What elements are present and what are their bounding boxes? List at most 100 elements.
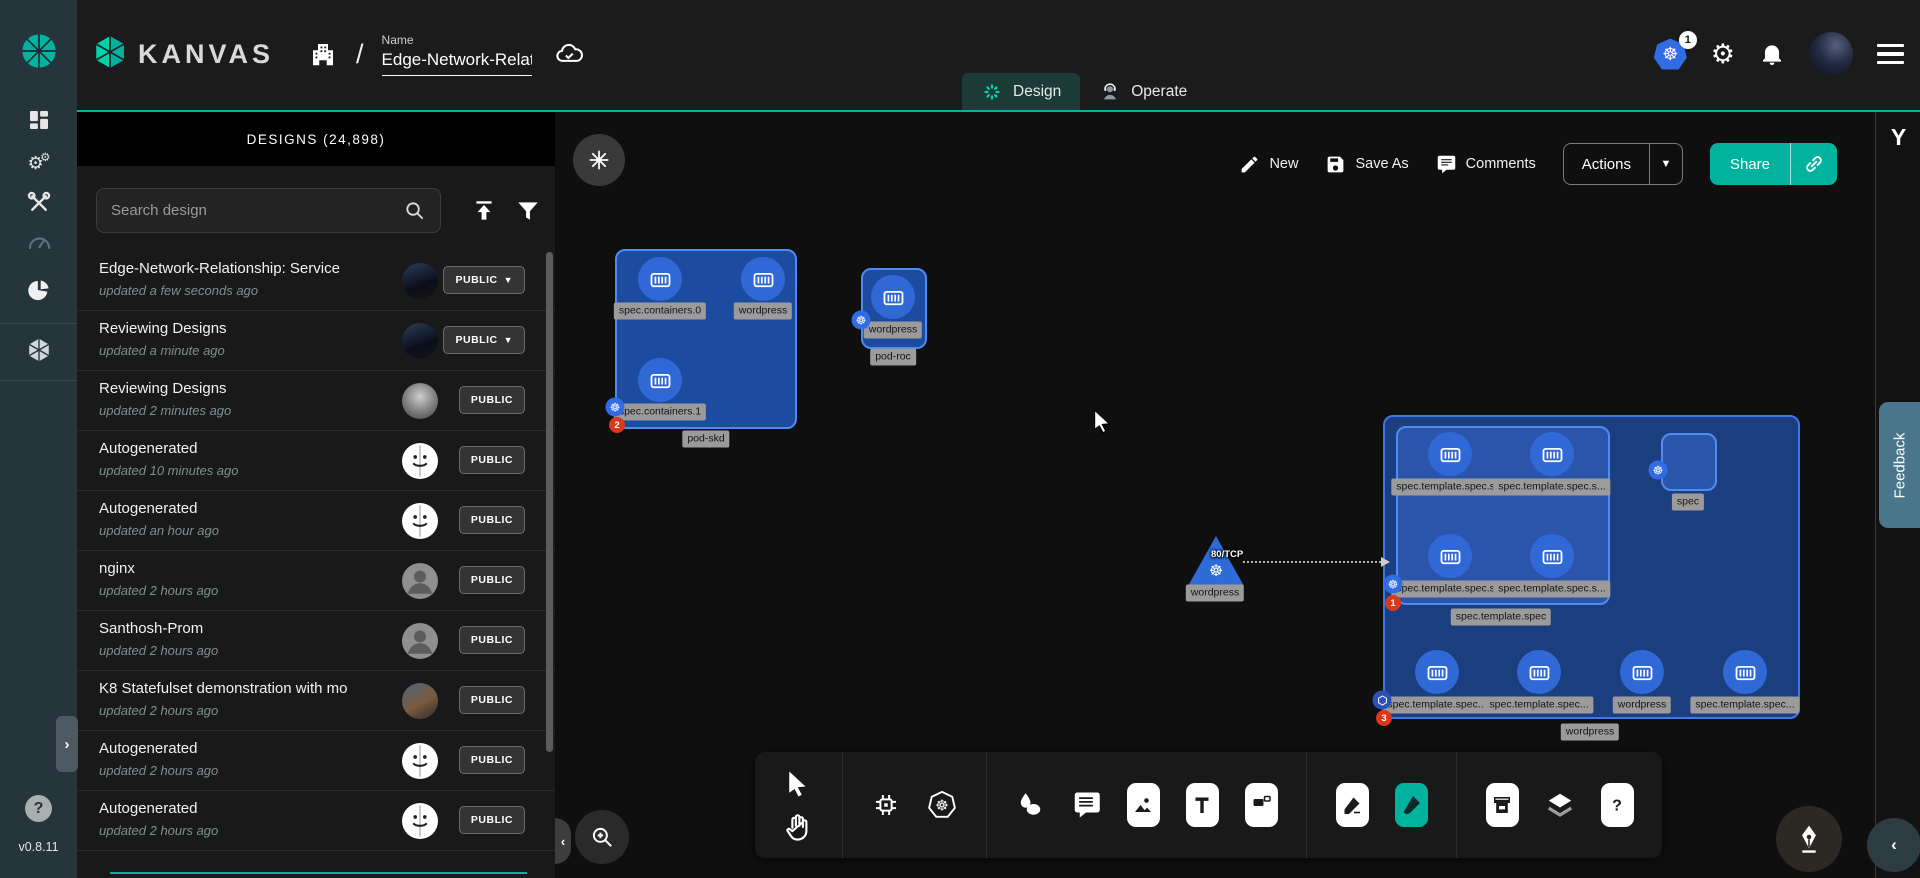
notifications-bell-icon[interactable] xyxy=(1759,41,1785,67)
visibility-badge[interactable]: PUBLIC xyxy=(459,386,525,414)
pen-tool-button[interactable] xyxy=(1776,806,1842,872)
right-rail-collapse-button[interactable]: ‹ xyxy=(1867,818,1920,872)
tab-design[interactable]: Design xyxy=(962,73,1080,110)
hex-badge-icon[interactable] xyxy=(1373,691,1392,710)
comment-tool-tool-icon[interactable] xyxy=(1071,790,1101,820)
sidebar-item-configuration[interactable] xyxy=(25,190,52,217)
cursor-tool-icon[interactable] xyxy=(783,769,813,799)
tab-operate[interactable]: Operate xyxy=(1080,73,1206,110)
copy-link-icon[interactable] xyxy=(1791,143,1837,185)
wordpress-service-node[interactable]: ☸ xyxy=(1188,536,1244,586)
organization-icon[interactable] xyxy=(308,39,338,69)
kubernetes-context-button[interactable]: ☸ 1 xyxy=(1654,39,1687,70)
help-tool-tool-icon[interactable]: ? xyxy=(1601,783,1634,827)
sidebar-expand-handle[interactable]: › xyxy=(56,716,78,772)
hamburger-menu-icon[interactable] xyxy=(1877,44,1904,64)
comments-button[interactable]: Comments xyxy=(1436,154,1536,175)
visibility-badge[interactable]: PUBLIC xyxy=(459,626,525,654)
filter-icon[interactable] xyxy=(515,198,541,224)
visibility-badge[interactable]: PUBLIC▼ xyxy=(443,266,525,294)
settings-gear-icon[interactable]: ⚙ xyxy=(1711,41,1735,68)
zoom-in-button[interactable] xyxy=(575,810,629,864)
panel-collapse-handle[interactable]: ‹ xyxy=(555,818,571,864)
text-tool-icon[interactable] xyxy=(1186,783,1219,827)
design-list-item[interactable]: Autogeneratedupdated 2 hours agoPUBLIC xyxy=(77,791,555,851)
dock-panel-icon[interactable]: Y xyxy=(1876,124,1920,151)
sidebar-item-dashboard[interactable] xyxy=(25,107,52,134)
k8s-badge-icon[interactable]: ☸ xyxy=(1384,575,1403,594)
container-node[interactable] xyxy=(1517,650,1561,694)
visibility-badge[interactable]: PUBLIC xyxy=(459,746,525,774)
visibility-badge[interactable]: PUBLIC▼ xyxy=(443,326,525,354)
save-as-button[interactable]: Save As xyxy=(1325,154,1408,175)
chevron-down-icon[interactable]: ▼ xyxy=(1650,144,1682,184)
meshsync-snowflake-button[interactable] xyxy=(573,134,625,186)
container-node[interactable] xyxy=(871,275,915,319)
pen-tool-icon[interactable] xyxy=(1336,783,1369,827)
actions-split-button[interactable]: Actions▼ xyxy=(1563,143,1683,185)
import-design-icon[interactable] xyxy=(471,198,497,224)
top-header: KANVAS / Name DesignOperate ☸ 1 xyxy=(77,0,1920,112)
container-node[interactable] xyxy=(1415,650,1459,694)
help-icon[interactable]: ? xyxy=(25,795,52,822)
k8s-badge-icon[interactable]: ☸ xyxy=(852,311,871,330)
node-label: spec.template.spec xyxy=(1451,608,1551,625)
design-list-item[interactable]: Reviewing Designsupdated a minute agoPUB… xyxy=(77,311,555,371)
feedback-tab[interactable]: Feedback xyxy=(1879,402,1920,528)
design-list-item[interactable]: Santhosh-Promupdated 2 hours agoPUBLIC xyxy=(77,611,555,671)
share-split-button[interactable]: Share xyxy=(1710,143,1837,185)
container-node[interactable] xyxy=(741,257,785,301)
container-node[interactable] xyxy=(1620,650,1664,694)
meshery-logo-icon[interactable] xyxy=(19,31,59,71)
k8s-badge-icon[interactable]: ☸ xyxy=(606,398,625,417)
design-list-item[interactable]: Reviewing Designsupdated 2 minutes agoPU… xyxy=(77,371,555,431)
search-input[interactable] xyxy=(96,188,441,233)
design-owner-avatar xyxy=(402,263,438,299)
designs-scrollbar[interactable] xyxy=(546,252,553,752)
visibility-badge[interactable]: PUBLIC xyxy=(459,566,525,594)
drawer-tool-icon[interactable] xyxy=(1486,783,1519,827)
container-node[interactable] xyxy=(1530,534,1574,578)
user-avatar[interactable] xyxy=(1809,32,1853,76)
k8s-badge-icon[interactable]: ☸ xyxy=(1649,461,1668,480)
new-button[interactable]: New xyxy=(1239,154,1298,175)
error-count-badge[interactable]: 3 xyxy=(1376,710,1392,726)
design-list-item[interactable]: K8 Statefulset demonstration with moupda… xyxy=(77,671,555,731)
error-count-badge[interactable]: 1 xyxy=(1385,595,1401,611)
media-tool-icon[interactable] xyxy=(1127,783,1160,827)
sidebar-item-performance[interactable] xyxy=(25,230,52,257)
sidebar-item-kanvas[interactable] xyxy=(25,337,52,364)
visibility-badge[interactable]: PUBLIC xyxy=(459,506,525,534)
pencil-active-tool-icon[interactable] xyxy=(1395,783,1428,827)
container-node[interactable] xyxy=(1428,534,1472,578)
canvas[interactable]: NewSave AsCommentsActions▼Share ☸80/TCPs… xyxy=(555,112,1875,878)
error-count-badge[interactable]: 2 xyxy=(609,417,625,433)
kubernetes-tool-icon[interactable]: ☸ xyxy=(927,790,957,820)
container-node[interactable] xyxy=(1530,432,1574,476)
container-node[interactable] xyxy=(1723,650,1767,694)
action-label: Comments xyxy=(1466,156,1536,172)
visibility-badge[interactable]: PUBLIC xyxy=(459,806,525,834)
design-list-item[interactable]: Autogeneratedupdated 10 minutes agoPUBLI… xyxy=(77,431,555,491)
note-tool-icon[interactable] xyxy=(1245,783,1278,827)
visibility-label: PUBLIC xyxy=(471,634,513,646)
hand-tool-icon[interactable] xyxy=(783,812,813,842)
container-node[interactable] xyxy=(1428,432,1472,476)
design-name-input[interactable] xyxy=(382,50,532,76)
spec-group[interactable] xyxy=(1661,433,1717,491)
sidebar-item-extensions[interactable] xyxy=(25,277,52,304)
design-list-item[interactable]: Autogeneratedupdated 2 hours agoPUBLIC xyxy=(77,731,555,791)
sidebar-item-lifecycle[interactable]: ⚙⚙ xyxy=(25,149,52,176)
design-list-item[interactable]: Edge-Network-Relationship: Serviceupdate… xyxy=(77,251,555,311)
container-node[interactable] xyxy=(638,358,682,402)
shapes-tool-icon[interactable] xyxy=(1015,790,1045,820)
design-list-item[interactable]: Autogeneratedupdated an hour agoPUBLIC xyxy=(77,491,555,551)
container-node[interactable] xyxy=(638,257,682,301)
visibility-badge[interactable]: PUBLIC xyxy=(459,446,525,474)
layers-tool-icon[interactable] xyxy=(1545,790,1575,820)
network-tool-icon[interactable] xyxy=(871,790,901,820)
operate-tab-icon xyxy=(1099,81,1121,103)
brand-wordmark: KANVAS xyxy=(138,39,274,70)
visibility-badge[interactable]: PUBLIC xyxy=(459,686,525,714)
design-list-item[interactable]: nginxupdated 2 hours agoPUBLIC xyxy=(77,551,555,611)
